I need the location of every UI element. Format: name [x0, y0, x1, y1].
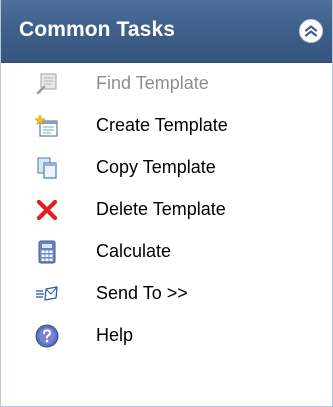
task-label: Delete Template: [96, 199, 226, 219]
task-label: Send To >>: [96, 283, 188, 303]
panel-title: Common Tasks: [19, 18, 176, 41]
calculator-icon: [35, 240, 59, 264]
task-create-template[interactable]: Create Template: [1, 105, 332, 147]
common-tasks-panel: Common Tasks Find Template Create Templa…: [0, 0, 333, 407]
task-send-to[interactable]: Send To >>: [1, 273, 332, 315]
task-delete-template[interactable]: Delete Template: [1, 189, 332, 231]
help-icon: [35, 324, 59, 348]
task-label: Calculate: [96, 241, 172, 261]
task-help[interactable]: Help: [1, 315, 332, 357]
task-label: Find Template: [96, 73, 209, 93]
task-list: Find Template Create Template Copy Templ…: [1, 63, 332, 357]
copy-template-icon: [35, 156, 59, 180]
panel-header[interactable]: Common Tasks: [1, 0, 332, 63]
task-calculate[interactable]: Calculate: [1, 231, 332, 273]
task-copy-template[interactable]: Copy Template: [1, 147, 332, 189]
double-chevron-up-icon[interactable]: [298, 18, 324, 44]
task-label: Help: [96, 325, 134, 345]
task-find-template[interactable]: Find Template: [1, 63, 332, 105]
create-template-icon: [34, 114, 59, 138]
send-to-icon: [35, 282, 59, 306]
task-label: Copy Template: [96, 157, 216, 177]
delete-x-icon: [35, 198, 59, 222]
find-template-icon: [35, 72, 59, 96]
task-label: Create Template: [96, 115, 228, 135]
